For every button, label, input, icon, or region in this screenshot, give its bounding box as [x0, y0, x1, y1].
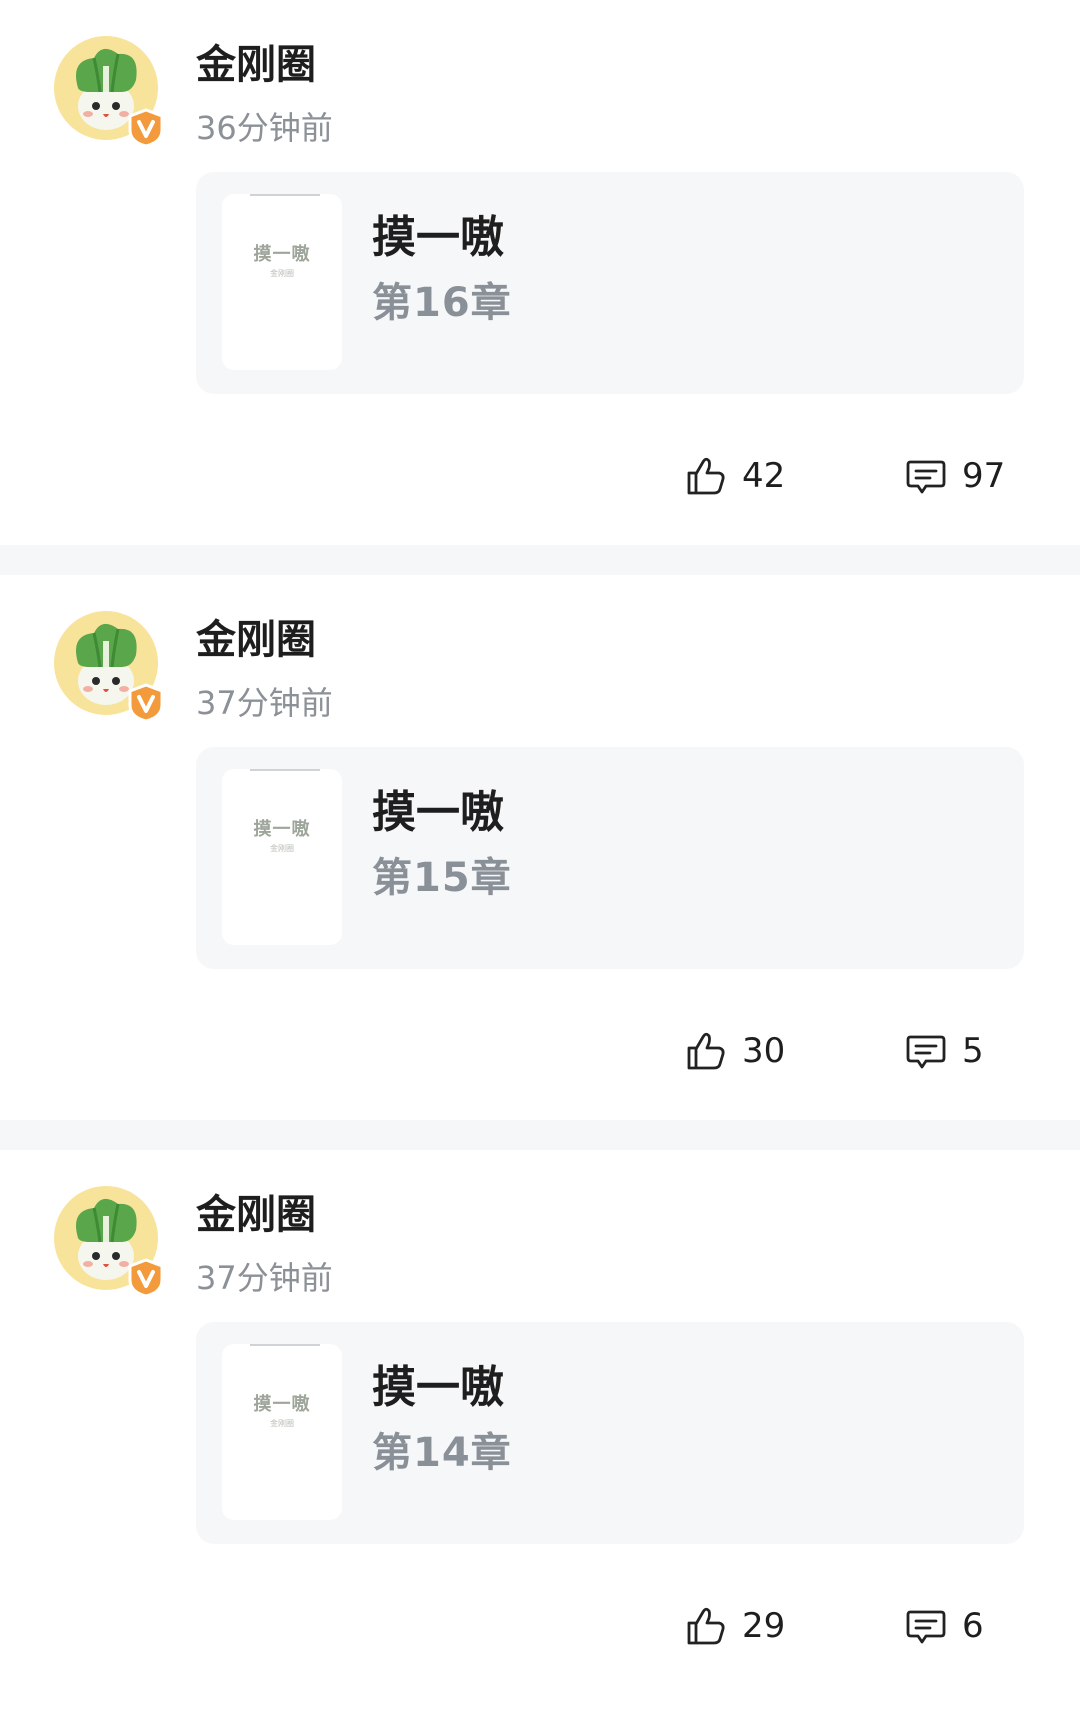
- feed-divider: [0, 545, 1080, 575]
- like-count: 29: [742, 1606, 786, 1646]
- comment-bubble-icon: [906, 1610, 946, 1644]
- book-card[interactable]: 摸一嗷 金刚圈 摸一嗷 第16章: [196, 172, 1024, 394]
- like-count: 42: [742, 456, 786, 496]
- like-button[interactable]: 30: [684, 1025, 785, 1077]
- author-name[interactable]: 金刚圈: [196, 1190, 316, 1240]
- book-card[interactable]: 摸一嗷 金刚圈 摸一嗷 第15章: [196, 747, 1024, 969]
- cover-rule: [250, 769, 320, 771]
- post-timestamp: 37分钟前: [196, 684, 333, 722]
- book-cover: 摸一嗷 金刚圈: [222, 1344, 342, 1520]
- comment-count: 5: [962, 1031, 984, 1071]
- author-name[interactable]: 金刚圈: [196, 615, 316, 665]
- cover-subtitle: 金刚圈: [270, 844, 294, 853]
- verified-v-badge-icon: [128, 108, 164, 148]
- cover-title: 摸一嗷: [253, 244, 311, 265]
- post-timestamp: 36分钟前: [196, 109, 333, 147]
- chapter-label: 第16章: [372, 280, 512, 326]
- cover-rule: [250, 194, 320, 196]
- thumbs-up-icon: [687, 457, 725, 495]
- comment-button[interactable]: 5: [904, 1025, 984, 1077]
- cover-rule: [250, 1344, 320, 1346]
- comment-button[interactable]: 97: [904, 450, 1005, 502]
- verified-v-badge-icon: [128, 1258, 164, 1298]
- like-count: 30: [742, 1031, 786, 1071]
- like-button[interactable]: 29: [684, 1600, 785, 1652]
- cover-subtitle: 金刚圈: [270, 269, 294, 278]
- feed: 金刚圈 36分钟前 摸一嗷 金刚圈 摸一嗷 第16章 42 97 金刚圈 37分…: [0, 0, 1080, 1713]
- like-button[interactable]: 42: [684, 450, 785, 502]
- comment-count: 6: [962, 1606, 984, 1646]
- avatar[interactable]: [54, 36, 168, 150]
- book-title: 摸一嗷: [372, 1362, 504, 1413]
- verified-v-badge-icon: [128, 683, 164, 723]
- thumbs-up-icon: [687, 1607, 725, 1645]
- post-card[interactable]: 金刚圈 37分钟前 摸一嗷 金刚圈 摸一嗷 第15章 30 5: [0, 575, 1080, 1120]
- post-card[interactable]: 金刚圈 37分钟前 摸一嗷 金刚圈 摸一嗷 第14章 29 6: [0, 1150, 1080, 1695]
- book-cover: 摸一嗷 金刚圈: [222, 194, 342, 370]
- comment-button[interactable]: 6: [904, 1600, 984, 1652]
- book-title: 摸一嗷: [372, 787, 504, 838]
- author-name[interactable]: 金刚圈: [196, 40, 316, 90]
- chapter-label: 第14章: [372, 1430, 512, 1476]
- avatar[interactable]: [54, 611, 168, 725]
- book-cover: 摸一嗷 金刚圈: [222, 769, 342, 945]
- feed-divider: [0, 1120, 1080, 1150]
- cover-title: 摸一嗷: [253, 819, 311, 840]
- cover-title: 摸一嗷: [253, 1394, 311, 1415]
- book-title: 摸一嗷: [372, 212, 504, 263]
- comment-count: 97: [962, 456, 1006, 496]
- comment-bubble-icon: [906, 460, 946, 494]
- avatar[interactable]: [54, 1186, 168, 1300]
- post-timestamp: 37分钟前: [196, 1259, 333, 1297]
- thumbs-up-icon: [687, 1032, 725, 1070]
- comment-bubble-icon: [906, 1035, 946, 1069]
- post-card[interactable]: 金刚圈 36分钟前 摸一嗷 金刚圈 摸一嗷 第16章 42 97: [0, 0, 1080, 545]
- cover-subtitle: 金刚圈: [270, 1419, 294, 1428]
- chapter-label: 第15章: [372, 855, 512, 901]
- book-card[interactable]: 摸一嗷 金刚圈 摸一嗷 第14章: [196, 1322, 1024, 1544]
